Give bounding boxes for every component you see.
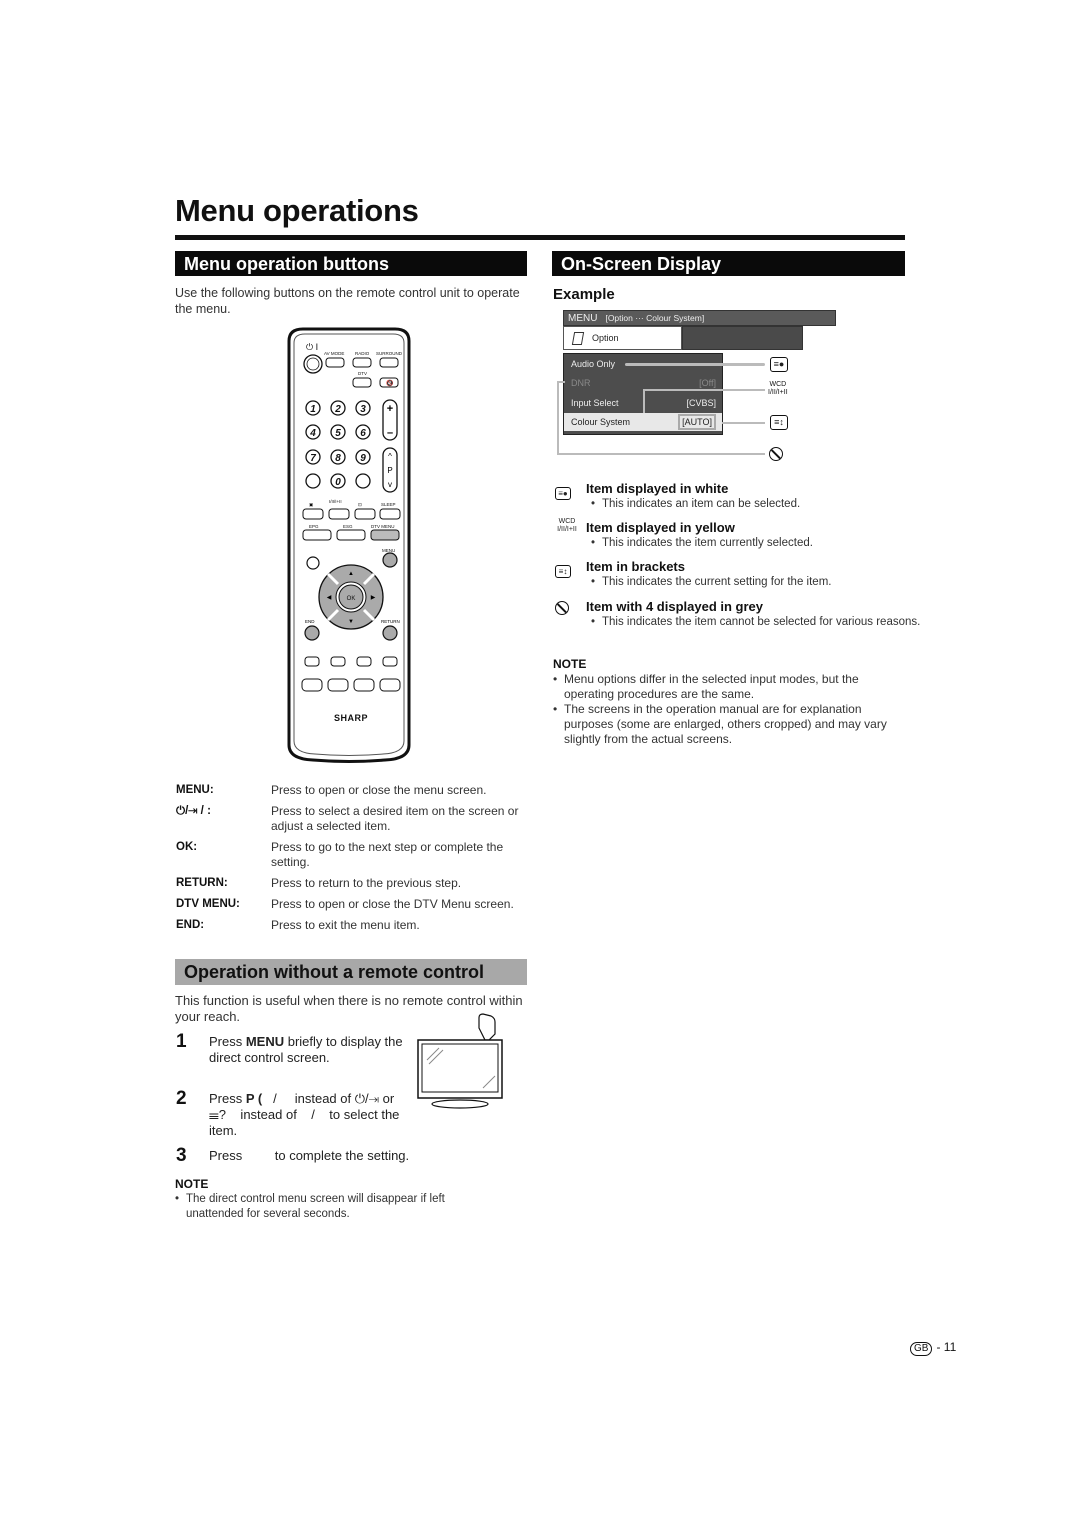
option-page-icon xyxy=(571,332,585,345)
osd-option-tab[interactable]: Option xyxy=(563,326,682,350)
svg-text:RADIO: RADIO xyxy=(355,351,370,356)
svg-text:P: P xyxy=(387,466,392,475)
prohibited-icon xyxy=(769,447,783,461)
title-rule xyxy=(175,235,905,240)
svg-text:AV MODE: AV MODE xyxy=(324,351,344,356)
svg-text:v: v xyxy=(388,480,392,489)
svg-text:SLEEP: SLEEP xyxy=(381,502,396,507)
svg-text:▼: ▼ xyxy=(348,619,354,625)
white-item-icon: ≡● xyxy=(555,483,579,500)
svg-text:–: – xyxy=(387,427,393,439)
svg-text:1: 1 xyxy=(310,404,316,415)
page-title: Menu operations xyxy=(175,193,419,228)
brackets-icon: ≡↕ xyxy=(770,415,788,430)
button-definitions: MENU: Press to open or close the menu scr… xyxy=(176,783,531,939)
svg-text:DTV: DTV xyxy=(358,371,367,376)
svg-text:^: ^ xyxy=(388,452,392,461)
svg-text:ESG: ESG xyxy=(343,524,353,529)
osd-option-tab-row: Option xyxy=(563,326,803,350)
intro-text: Use the following buttons on the remote … xyxy=(175,286,520,316)
brackets-icon: ≡↕ xyxy=(555,561,579,578)
svg-text:🔇: 🔇 xyxy=(386,379,394,387)
section-heading-on-screen-display: On-Screen Display xyxy=(552,251,905,276)
svg-text:⏻ I: ⏻ I xyxy=(306,342,318,352)
svg-text:RETURN: RETURN xyxy=(381,619,400,624)
svg-text:DTV MENU: DTV MENU xyxy=(371,524,395,529)
definition-return: RETURN: Press to return to the previous s… xyxy=(176,876,462,890)
white-item-icon: ≡● xyxy=(770,357,788,372)
svg-text:▲: ▲ xyxy=(348,571,354,577)
definition-ok: OK: Press to go to the next step or compl… xyxy=(176,840,504,869)
svg-text:8: 8 xyxy=(335,453,341,464)
svg-text:+: + xyxy=(387,403,393,415)
svg-text:2: 2 xyxy=(334,404,341,415)
left-note-heading: NOTE xyxy=(175,1177,209,1191)
right-note-heading: NOTE xyxy=(553,657,587,671)
yellow-item-icon: WCD I/II/I+II xyxy=(768,381,788,396)
yellow-item-icon: WCD I/II/I+II xyxy=(557,518,577,533)
remote-control-illustration: ⏻ I AV MODE RADIO SURROUND DTV 🔇 1 2 3 4… xyxy=(285,327,413,763)
definition-menu: MENU: Press to open or close the menu scr… xyxy=(176,783,487,797)
right-note-item: Menu options differ in the selected inpu… xyxy=(553,672,898,702)
svg-text:0: 0 xyxy=(335,477,341,488)
osd-item-colour-system[interactable]: Colour System [AUTO] xyxy=(564,413,722,431)
svg-text:▣: ▣ xyxy=(309,502,314,507)
right-note-item: The screens in the operation manual are … xyxy=(553,702,898,747)
left-note-list: The direct control menu screen will disa… xyxy=(175,1192,495,1221)
osd-menu-bar: MENU [Option ··· Colour System] xyxy=(563,310,836,326)
svg-text:5: 5 xyxy=(335,428,341,439)
svg-text:EPG: EPG xyxy=(309,524,319,529)
section-heading-operation-without-remote: Operation without a remote control xyxy=(175,959,527,985)
svg-text:◀: ◀ xyxy=(327,595,332,601)
definition-dtv-menu: DTV MENU: Press to open or close the DTV … xyxy=(176,897,514,911)
svg-text:4: 4 xyxy=(309,428,316,439)
svg-text:SURROUND: SURROUND xyxy=(376,351,403,356)
left-note-item: The direct control menu screen will disa… xyxy=(175,1192,495,1221)
example-label: Example xyxy=(553,286,615,303)
svg-text:I/II/I+II: I/II/I+II xyxy=(329,499,342,504)
page-number: GB - 11 xyxy=(910,1340,956,1356)
svg-text:9: 9 xyxy=(360,453,366,464)
svg-text:END: END xyxy=(305,619,315,624)
definition-select: ⏻/⇥ / : Press to select a desired item on… xyxy=(176,804,519,833)
definition-end: END: Press to exit the menu item. xyxy=(176,918,420,932)
section-heading-menu-operation-buttons: Menu operation buttons xyxy=(175,251,527,276)
svg-text:6: 6 xyxy=(360,428,366,439)
svg-text:OK: OK xyxy=(347,596,356,602)
right-note-list: Menu options differ in the selected inpu… xyxy=(553,672,898,747)
tv-illustration xyxy=(415,1012,510,1112)
prohibited-icon xyxy=(555,601,579,615)
svg-text:▶: ▶ xyxy=(371,595,376,601)
region-badge: GB xyxy=(910,1342,933,1356)
osd-breadcrumb: [Option ··· Colour System] xyxy=(605,313,705,323)
svg-text:7: 7 xyxy=(310,453,316,464)
svg-text:SHARP: SHARP xyxy=(334,713,368,723)
svg-text:3: 3 xyxy=(360,404,366,415)
svg-text:⊡: ⊡ xyxy=(358,502,362,507)
svg-text:MENU: MENU xyxy=(382,548,395,553)
